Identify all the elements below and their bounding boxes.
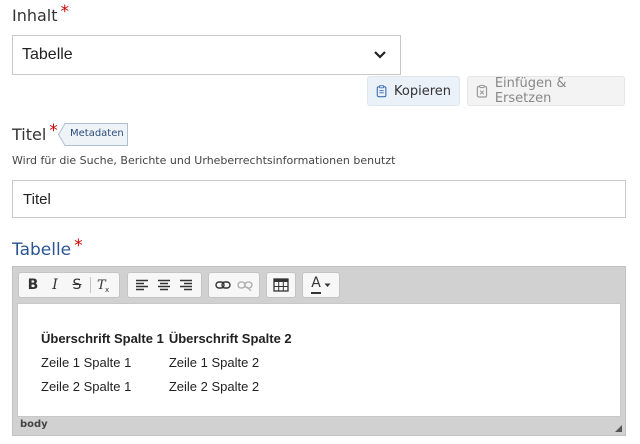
- align-center-button[interactable]: [153, 274, 175, 296]
- clear-format-icon: T x: [97, 278, 109, 293]
- remove-format-button[interactable]: T x: [93, 274, 115, 296]
- align-right-icon: [180, 279, 192, 291]
- titel-label: Titel *: [12, 121, 58, 145]
- copy-icon: [376, 84, 387, 97]
- toolbar-separator: [90, 277, 91, 293]
- editor-statusbar: body: [13, 417, 625, 435]
- unlink-icon: [237, 281, 253, 291]
- paste-icon: [476, 84, 488, 98]
- titel-input[interactable]: Titel: [12, 180, 626, 218]
- rich-text-editor: B I S T x A Überschrift Spalte 1 Übersch…: [12, 266, 626, 436]
- align-left-button[interactable]: [131, 274, 153, 296]
- inhalt-label-text: Inhalt: [12, 6, 58, 25]
- paste-replace-button-label: Einfügen & Ersetzen: [494, 76, 567, 106]
- strikethrough-button[interactable]: S: [66, 274, 88, 296]
- titel-help-text: Wird für die Suche, Berichte und Urheber…: [12, 154, 396, 167]
- table-group: [266, 272, 296, 298]
- editor-content-area[interactable]: Überschrift Spalte 1 Überschrift Spalte …: [17, 303, 621, 417]
- bold-button[interactable]: B: [22, 274, 44, 296]
- caret-down-icon: [324, 283, 331, 287]
- element-path[interactable]: body: [20, 419, 48, 430]
- table-cell: Zeile 2 Spalte 1: [41, 378, 132, 394]
- required-marker: *: [74, 236, 83, 256]
- table-header-cell: Überschrift Spalte 1: [41, 330, 164, 346]
- resize-handle-icon[interactable]: [615, 425, 622, 432]
- titel-input-value: Titel: [23, 191, 51, 208]
- font-color-group: A: [302, 272, 340, 298]
- content-table: Überschrift Spalte 1 Überschrift Spalte …: [38, 326, 294, 398]
- chevron-down-icon: [374, 51, 386, 59]
- link-group: [208, 272, 260, 298]
- svg-text:x: x: [105, 286, 109, 293]
- table-cell: Zeile 2 Spalte 2: [168, 378, 260, 394]
- titel-label-text: Titel: [12, 125, 47, 144]
- copy-button-label: Kopieren: [394, 83, 451, 99]
- font-color-label: A: [311, 276, 321, 294]
- align-group: [127, 272, 202, 298]
- table-header-cell: Überschrift Spalte 2: [168, 330, 292, 346]
- table-cell: Zeile 1 Spalte 1: [41, 354, 132, 370]
- table-row: Zeile 2 Spalte 1 Zeile 2 Spalte 2: [38, 374, 294, 398]
- required-marker: *: [49, 121, 58, 141]
- tabelle-label: Tabelle *: [12, 236, 83, 260]
- inhalt-select[interactable]: Tabelle: [12, 35, 401, 75]
- table-header-row: Überschrift Spalte 1 Überschrift Spalte …: [38, 326, 294, 350]
- copy-button[interactable]: Kopieren: [367, 76, 460, 106]
- inhalt-select-value: Tabelle: [22, 46, 73, 63]
- table-cell: Zeile 1 Spalte 2: [168, 354, 260, 370]
- unlink-button[interactable]: [234, 274, 256, 296]
- align-right-button[interactable]: [175, 274, 197, 296]
- tabelle-label-text: Tabelle: [12, 240, 72, 260]
- paste-replace-button[interactable]: Einfügen & Ersetzen: [467, 76, 625, 106]
- link-icon: [215, 281, 231, 289]
- table-row: Zeile 1 Spalte 1 Zeile 1 Spalte 2: [38, 350, 294, 374]
- font-color-button[interactable]: A: [306, 274, 336, 296]
- align-left-icon: [136, 279, 148, 291]
- format-group: B I S T x: [18, 272, 120, 298]
- link-button[interactable]: [212, 274, 234, 296]
- required-marker: *: [60, 2, 70, 22]
- inhalt-label: Inhalt *: [12, 2, 69, 26]
- table-icon: [273, 278, 289, 292]
- align-center-icon: [158, 279, 170, 291]
- table-button[interactable]: [270, 274, 292, 296]
- metadata-badge: Metadaten: [70, 128, 124, 139]
- italic-button[interactable]: I: [44, 274, 66, 296]
- editor-toolbar: B I S T x A: [13, 267, 625, 303]
